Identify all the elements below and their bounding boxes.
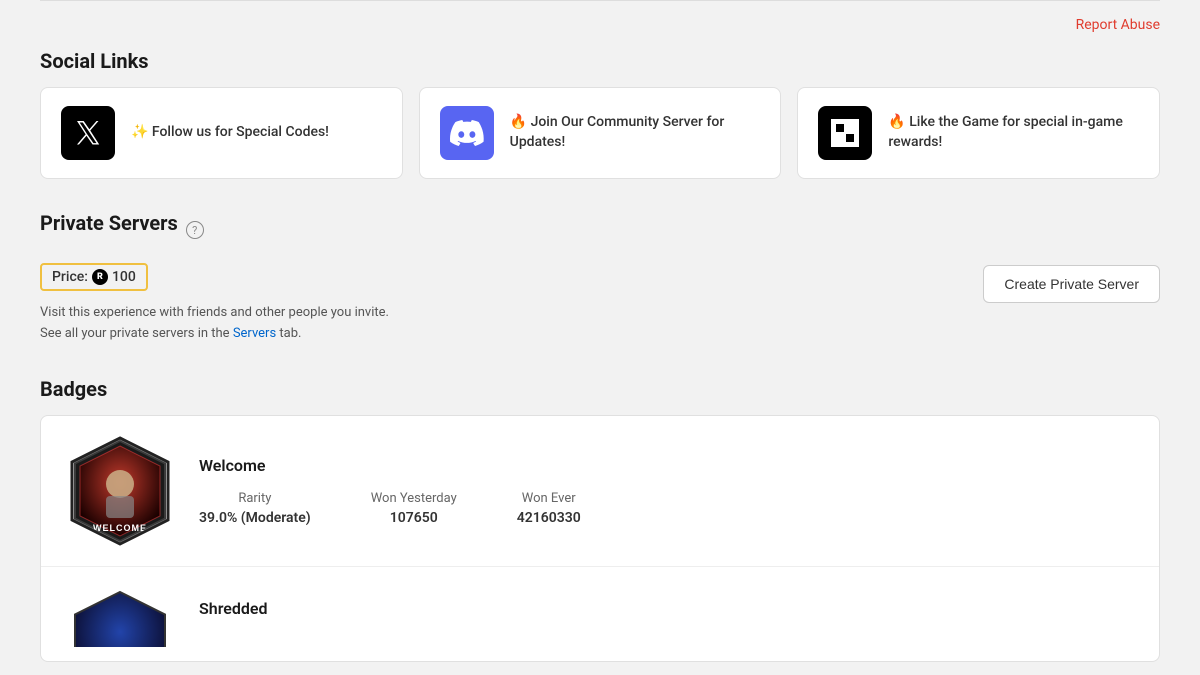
- badge-shredded-name: Shredded: [199, 599, 1135, 618]
- badge-shredded-image: [65, 587, 175, 647]
- social-links-grid: ✨ Follow us for Special Codes! 🔥 Join Ou…: [40, 87, 1160, 179]
- discord-emoji: 🔥: [510, 114, 531, 130]
- twitter-emoji: ✨: [131, 124, 152, 140]
- badge-won-yesterday-stat: Won Yesterday 107650: [371, 491, 457, 526]
- robux-icon: R: [92, 269, 108, 285]
- social-card-roblox[interactable]: 🔥 Like the Game for special in-game rewa…: [797, 87, 1160, 179]
- roblox-icon: [818, 106, 872, 160]
- private-servers-title: Private Servers: [40, 211, 178, 235]
- badge-won-yesterday-value: 107650: [371, 510, 457, 526]
- badge-welcome-stats: Rarity 39.0% (Moderate) Won Yesterday 10…: [199, 491, 1135, 526]
- badge-rarity-label: Rarity: [199, 491, 311, 506]
- private-servers-help-icon[interactable]: ?: [186, 221, 204, 239]
- twitter-card-text: ✨ Follow us for Special Codes!: [131, 123, 329, 143]
- badge-won-yesterday-label: Won Yesterday: [371, 491, 457, 506]
- discord-card-text: 🔥 Join Our Community Server for Updates!: [510, 113, 761, 152]
- badge-welcome-image: WELCOME: [65, 436, 175, 546]
- private-servers-section: Private Servers ? Price: R 100 Visit thi…: [40, 211, 1160, 345]
- create-private-server-button[interactable]: Create Private Server: [983, 265, 1160, 303]
- roblox-emoji: 🔥: [888, 114, 909, 130]
- badge-shredded-info: Shredded: [199, 599, 1135, 634]
- roblox-card-text: 🔥 Like the Game for special in-game rewa…: [888, 113, 1139, 152]
- badge-won-ever-label: Won Ever: [517, 491, 581, 506]
- private-servers-left: Price: R 100 Visit this experience with …: [40, 263, 983, 345]
- report-abuse-link[interactable]: Report Abuse: [1076, 17, 1160, 33]
- social-card-discord[interactable]: 🔥 Join Our Community Server for Updates!: [419, 87, 782, 179]
- badge-rarity-stat: Rarity 39.0% (Moderate): [199, 491, 311, 526]
- badge-won-ever-stat: Won Ever 42160330: [517, 491, 581, 526]
- badges-title: Badges: [40, 377, 1160, 401]
- price-amount: 100: [112, 269, 136, 285]
- badge-rarity-value: 39.0% (Moderate): [199, 510, 311, 526]
- badges-section: Badges: [40, 377, 1160, 662]
- servers-tab-link[interactable]: Servers: [233, 326, 276, 341]
- social-card-twitter[interactable]: ✨ Follow us for Special Codes!: [40, 87, 403, 179]
- badge-welcome-name: Welcome: [199, 456, 1135, 475]
- badges-list: WELCOME Welcome Rarity 39.0% (Moderate) …: [40, 415, 1160, 662]
- badge-row-welcome: WELCOME Welcome Rarity 39.0% (Moderate) …: [41, 416, 1159, 567]
- price-label: Price:: [52, 269, 88, 285]
- badge-won-ever-value: 42160330: [517, 510, 581, 526]
- badge-row-shredded: Shredded: [41, 567, 1159, 661]
- top-divider: [40, 0, 1160, 1]
- twitter-x-icon: [61, 106, 115, 160]
- price-badge: Price: R 100: [40, 263, 148, 291]
- badge-welcome-info: Welcome Rarity 39.0% (Moderate) Won Yest…: [199, 456, 1135, 526]
- discord-icon: [440, 106, 494, 160]
- private-servers-description: Visit this experience with friends and o…: [40, 303, 983, 345]
- svg-text:WELCOME: WELCOME: [93, 523, 147, 533]
- social-links-title: Social Links: [40, 49, 1160, 73]
